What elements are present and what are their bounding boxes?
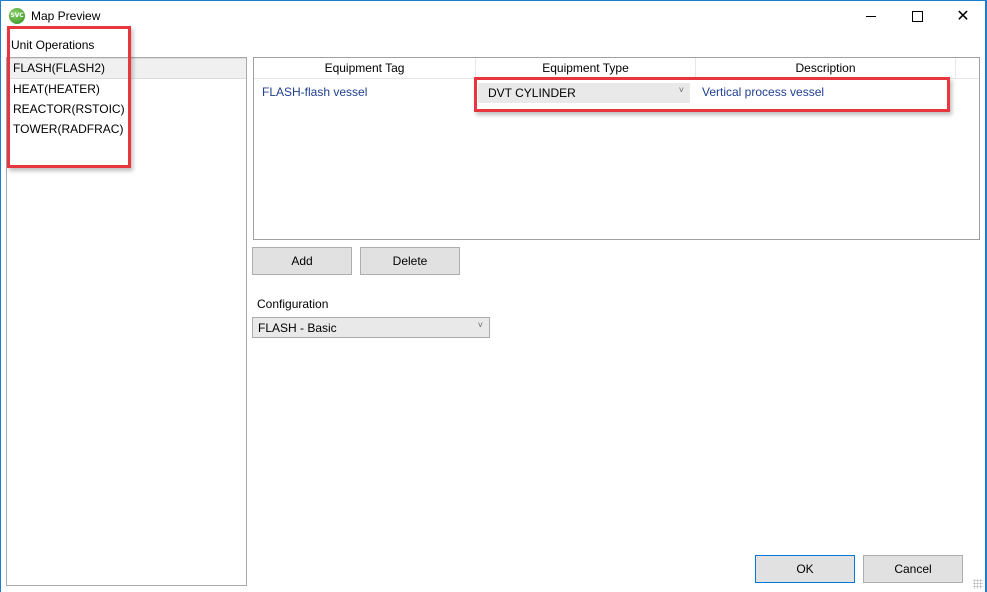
window-border-left [0, 0, 1, 592]
window-title: Map Preview [31, 9, 101, 23]
equipment-type-dropdown[interactable]: DVT CYLINDER ˅ [478, 83, 690, 103]
title-bar[interactable]: SVC Map Preview ✕ [1, 1, 985, 31]
column-header-description[interactable]: Description [696, 58, 956, 78]
column-header-equipment-type[interactable]: Equipment Type [476, 58, 696, 78]
unit-operations-label: Unit Operations [11, 38, 95, 52]
minimize-button[interactable] [848, 1, 894, 31]
maximize-button[interactable] [894, 1, 940, 31]
configuration-value: FLASH - Basic [258, 321, 337, 335]
unit-operation-item[interactable]: TOWER(RADFRAC) [7, 119, 246, 139]
add-button[interactable]: Add [252, 247, 352, 275]
configuration-label: Configuration [257, 297, 329, 311]
unit-operation-item[interactable]: FLASH(FLASH2) [7, 58, 246, 79]
cancel-button[interactable]: Cancel [863, 555, 963, 583]
delete-button[interactable]: Delete [360, 247, 460, 275]
maximize-icon [911, 10, 923, 22]
configuration-dropdown[interactable]: FLASH - Basic ˅ [252, 317, 490, 338]
description-cell[interactable]: Vertical process vessel [702, 85, 824, 99]
unit-operation-item[interactable]: HEAT(HEATER) [7, 79, 246, 99]
minimize-icon [866, 15, 876, 17]
chevron-down-icon: ˅ [678, 85, 684, 95]
ok-button[interactable]: OK [755, 555, 855, 583]
column-header-filler [956, 58, 979, 78]
close-button[interactable]: ✕ [940, 1, 986, 31]
equipment-tag-cell[interactable]: FLASH-flash vessel [262, 85, 367, 99]
equipment-type-value: DVT CYLINDER [488, 86, 576, 100]
grid-header: Equipment Tag Equipment Type Description [254, 58, 979, 79]
unit-operations-list[interactable]: FLASH(FLASH2) HEAT(HEATER) REACTOR(RSTOI… [6, 57, 247, 586]
app-icon: SVC [9, 8, 25, 24]
table-row[interactable]: FLASH-flash vessel DVT CYLINDER ˅ Vertic… [254, 82, 979, 104]
close-icon: ✕ [956, 6, 970, 25]
equipment-grid[interactable]: Equipment Tag Equipment Type Description… [253, 57, 980, 240]
resize-grip[interactable] [973, 579, 983, 589]
unit-operation-item[interactable]: REACTOR(RSTOIC) [7, 99, 246, 119]
column-header-equipment-tag[interactable]: Equipment Tag [254, 58, 476, 78]
chevron-down-icon: ˅ [477, 320, 483, 330]
